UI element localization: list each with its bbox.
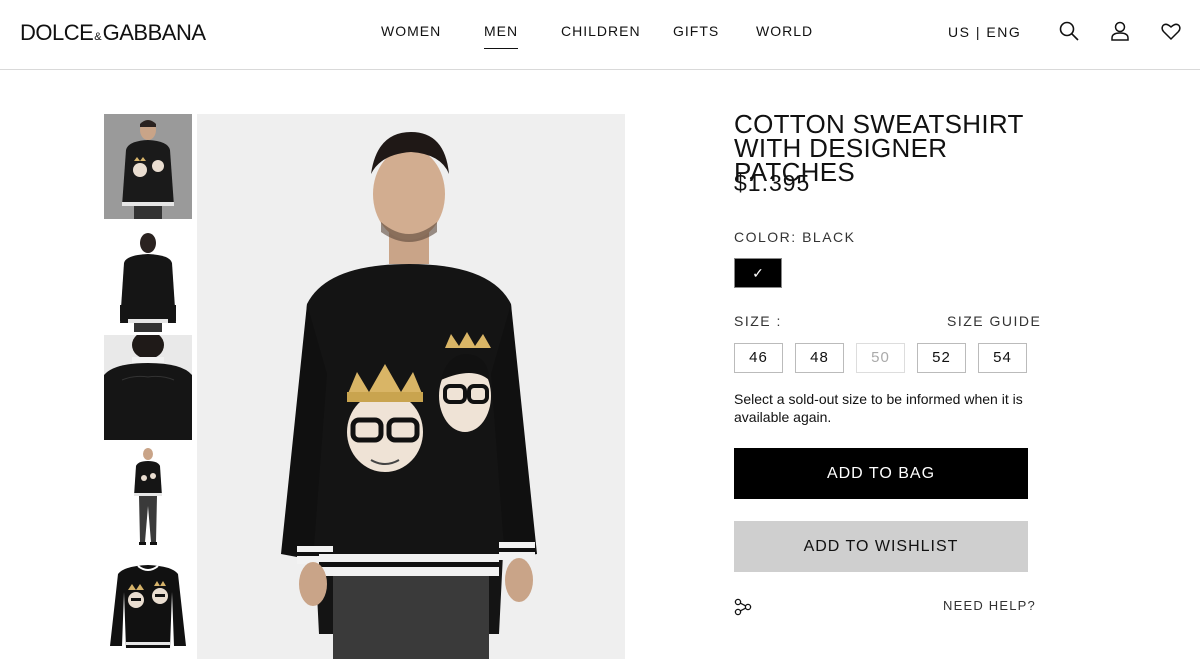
nav-item-gifts[interactable]: GIFTS	[673, 23, 719, 39]
thumbnail-back-view[interactable]	[104, 227, 192, 332]
nav-item-children[interactable]: CHILDREN	[561, 23, 641, 39]
color-label: COLOR: BLACK	[734, 229, 856, 245]
size-guide-link[interactable]: SIZE GUIDE	[947, 313, 1041, 329]
account-icon[interactable]	[1109, 20, 1131, 42]
product-price: $1.395	[734, 170, 811, 196]
size-option-50-sold-out[interactable]: 50	[856, 343, 905, 373]
site-header: DOLCE&GABBANA WOMEN MEN CHILDREN GIFTS W…	[0, 0, 1200, 70]
wishlist-heart-icon[interactable]	[1160, 20, 1182, 42]
front-view-image	[122, 120, 174, 219]
thumbnail-full-look[interactable]	[104, 444, 192, 549]
add-to-wishlist-button[interactable]: ADD TO WISHLIST	[734, 521, 1028, 572]
search-icon[interactable]	[1058, 20, 1080, 42]
color-label-text: COLOR:	[734, 229, 797, 245]
share-icon[interactable]	[734, 598, 752, 616]
thumbnail-back-detail[interactable]	[104, 335, 192, 440]
main-product-image[interactable]	[197, 114, 625, 659]
product-flat-image	[110, 565, 186, 648]
back-view-image	[120, 233, 176, 332]
locale-selector[interactable]: US | ENG	[948, 24, 1021, 40]
nav-item-women[interactable]: WOMEN	[381, 23, 441, 39]
size-label: SIZE :	[734, 313, 782, 329]
model-wearing-sweatshirt-image	[281, 132, 537, 659]
full-look-image	[134, 448, 162, 545]
sold-out-note: Select a sold-out size to be informed wh…	[734, 391, 1023, 425]
need-help-link[interactable]: NEED HELP?	[943, 598, 1036, 613]
logo-ampersand: &	[94, 31, 102, 43]
color-swatch-black[interactable]: ✓	[734, 258, 782, 288]
nav-item-world[interactable]: WORLD	[756, 23, 813, 39]
logo-text-left: DOLCE	[20, 20, 94, 45]
thumbnail-front-view[interactable]	[104, 114, 192, 219]
check-icon: ✓	[752, 265, 764, 281]
nav-item-men[interactable]: MEN	[484, 23, 519, 49]
back-detail-image	[104, 335, 192, 440]
logo-text-right: GABBANA	[102, 20, 206, 45]
brand-logo[interactable]: DOLCE&GABBANA	[20, 20, 206, 46]
size-option-48[interactable]: 48	[795, 343, 844, 373]
color-value: BLACK	[802, 229, 856, 245]
size-option-54[interactable]: 54	[978, 343, 1027, 373]
add-to-bag-button[interactable]: ADD TO BAG	[734, 448, 1028, 499]
size-option-52[interactable]: 52	[917, 343, 966, 373]
thumbnail-product-flat[interactable]	[104, 552, 192, 657]
size-option-46[interactable]: 46	[734, 343, 783, 373]
